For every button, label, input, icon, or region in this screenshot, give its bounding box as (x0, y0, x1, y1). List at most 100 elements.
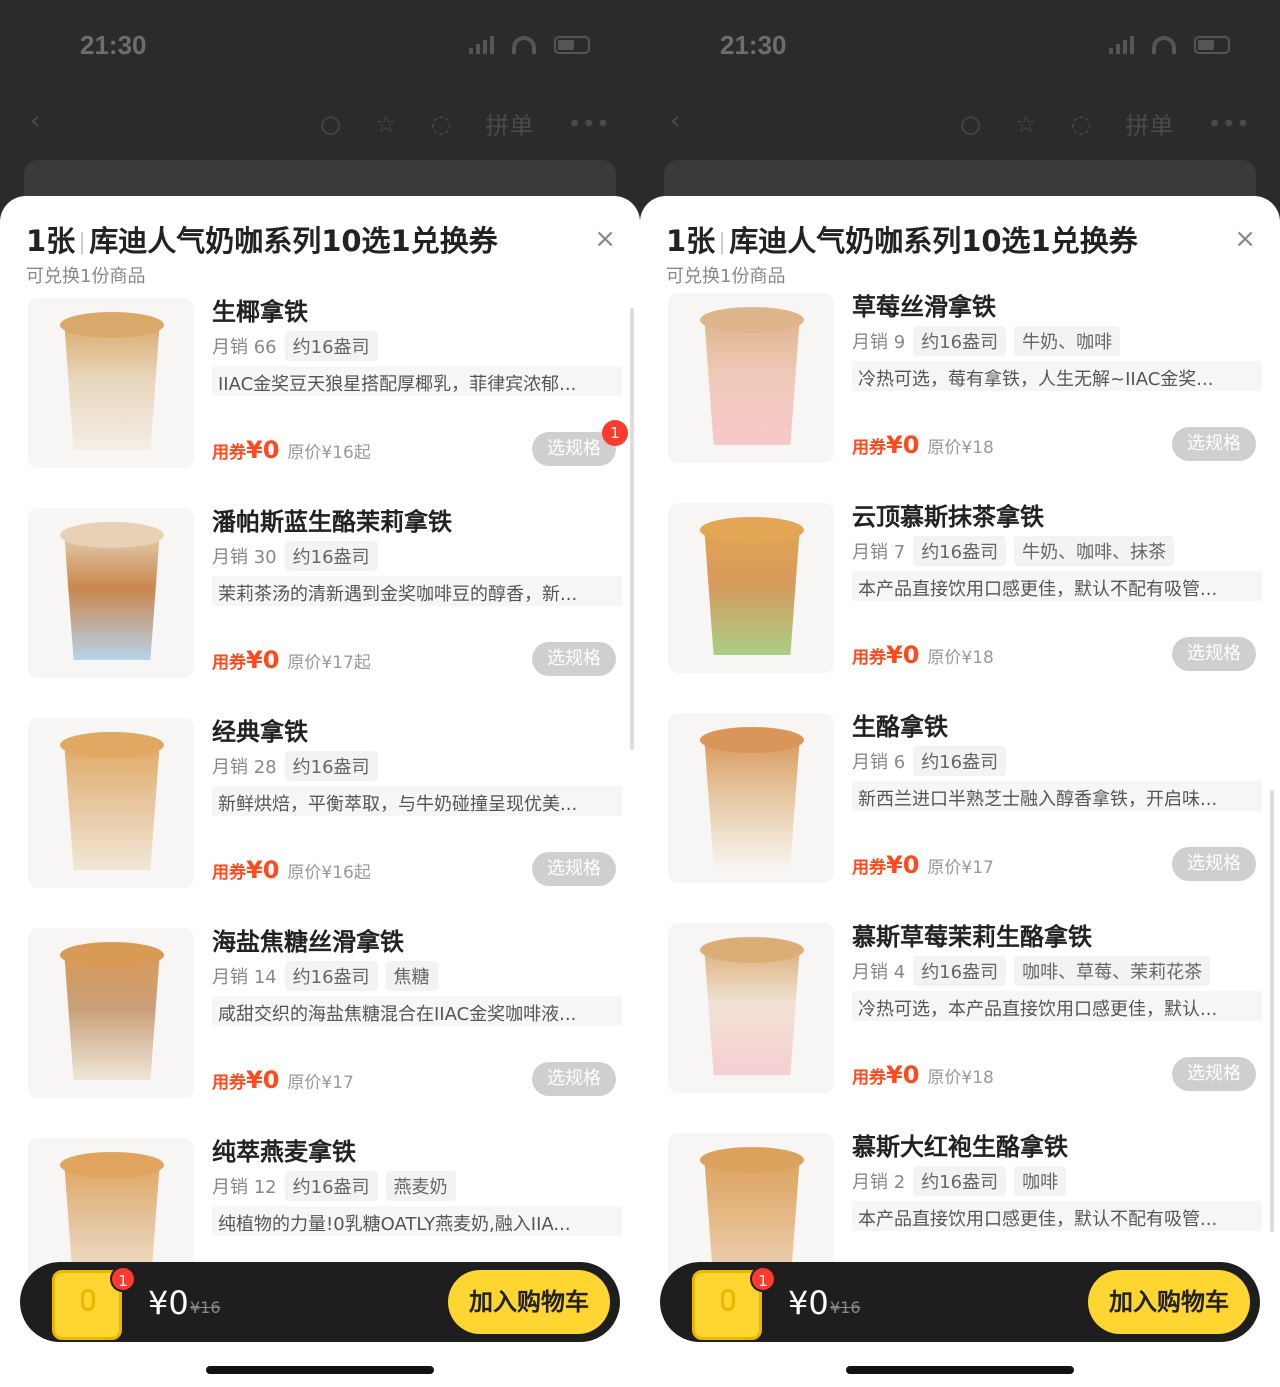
product-tag: 牛奶、咖啡、抹茶 (1014, 536, 1175, 566)
price-row: 用券 ¥0 原价¥17起 选规格 (212, 640, 616, 680)
original-price: 原价¥16起 (287, 862, 371, 883)
select-spec-button[interactable]: 选规格 (532, 642, 616, 676)
product-info: 慕斯大红袍生酪拿铁 月销 2 约16盎司 咖啡 本产品直接饮用口感更佳，默认不配有吸管.… (852, 1127, 1262, 1231)
select-spec-button[interactable]: 选规格 (532, 1062, 616, 1096)
product-image[interactable] (28, 298, 194, 468)
product-tag: 约16盎司 (284, 541, 378, 571)
product-meta: 月销 7 约16盎司 牛奶、咖啡、抹茶 (852, 536, 1256, 566)
select-spec-button[interactable]: 选规格 (532, 852, 616, 886)
product-tag: 约16盎司 (913, 1166, 1007, 1196)
select-spec-button[interactable]: 选规格 (1172, 427, 1256, 461)
scrollbar[interactable] (1270, 790, 1274, 1232)
monthly-sales: 月销 7 (852, 542, 906, 563)
product-item[interactable]: 经典拿铁 月销 28 约16盎司 新鲜烘焙，平衡萃取，与牛奶碰撞呈现优美... 用券 ¥0… (0, 712, 640, 922)
select-spec-button[interactable]: 选规格 1 (532, 420, 628, 466)
group-order-button[interactable]: 拼单 (486, 106, 534, 141)
product-item[interactable]: 生酪拿铁 月销 6 约16盎司 新西兰进口半熟芝士融入醇香拿铁，开启味... 用券 ¥0 原… (640, 707, 1280, 917)
monthly-sales: 月销 14 (212, 967, 277, 988)
monthly-sales: 月销 4 (852, 962, 906, 983)
product-info: 慕斯草莓茉莉生酪拿铁 月销 4 约16盎司 咖啡、草莓、茉莉花茶 冷热可选，本产品直接饮… (852, 917, 1262, 1091)
favorite-star-icon[interactable]: ☆ (1015, 110, 1037, 138)
add-to-cart-button[interactable]: 加入购物车 (1088, 1270, 1250, 1334)
battery-icon (1194, 36, 1230, 54)
foam-top (60, 942, 164, 968)
product-image[interactable] (28, 928, 194, 1098)
voucher-count: 1张 (666, 224, 716, 258)
back-icon[interactable]: ‹ (670, 106, 680, 136)
battery-icon (554, 36, 590, 54)
product-tag: 约16盎司 (913, 326, 1007, 356)
add-to-cart-button[interactable]: 加入购物车 (448, 1270, 610, 1334)
favorite-star-icon[interactable]: ☆ (375, 110, 397, 138)
select-spec-button[interactable]: 选规格 (1172, 847, 1256, 881)
search-icon[interactable]: ○ (960, 110, 981, 138)
voucher-name: 库迪人气奶咖系列10选1兑换券 (89, 224, 498, 258)
product-name: 海盐焦糖丝滑拿铁 (212, 928, 404, 956)
product-info: 纯萃燕麦拿铁 月销 12 约16盎司 燕麦奶 纯植物的力量!0乳糖OATLY燕麦奶,融入… (212, 1132, 622, 1236)
chat-icon[interactable]: ◌ (431, 110, 452, 138)
group-order-button[interactable]: 拼单 (1126, 106, 1174, 141)
back-icon[interactable]: ‹ (30, 106, 40, 136)
cup-illustration (704, 315, 800, 445)
coupon-label: 用券 (852, 437, 886, 458)
product-item[interactable]: 海盐焦糖丝滑拿铁 月销 14 约16盎司 焦糖 咸甜交织的海盐焦糖混合在IIAC金奖咖啡… (0, 922, 640, 1132)
select-spec-label: 选规格 (547, 858, 601, 879)
chat-icon[interactable]: ◌ (1071, 110, 1092, 138)
scrollbar[interactable] (630, 308, 634, 750)
product-meta: 月销 14 约16盎司 焦糖 (212, 961, 616, 991)
product-image[interactable] (668, 923, 834, 1093)
coupon-label: 用券 (212, 442, 246, 463)
product-image[interactable] (28, 508, 194, 678)
product-item[interactable]: 生椰拿铁 月销 66 约16盎司 IIAC金奖豆天狼星搭配厚椰乳，菲律宾浓郁... 用券… (0, 292, 640, 502)
monthly-sales: 月销 2 (852, 1172, 906, 1193)
product-image[interactable] (668, 293, 834, 463)
product-image[interactable] (28, 718, 194, 888)
monthly-sales: 月销 12 (212, 1177, 277, 1198)
more-icon[interactable]: ••• (568, 110, 610, 138)
coupon-label: 用券 (852, 647, 886, 668)
product-tag: 咖啡 (1014, 1166, 1067, 1196)
price-row: 用券 ¥0 原价¥16起 选规格 1 (212, 420, 628, 470)
search-icon[interactable]: ○ (320, 110, 341, 138)
voucher-sheet: 1张 库迪人气奶咖系列10选1兑换券 可兑换1份商品 × 草莓丝滑拿铁 月销 9 约16盎司… (640, 196, 1280, 1387)
close-icon[interactable]: × (594, 224, 616, 254)
product-image[interactable] (668, 503, 834, 673)
monthly-sales: 月销 28 (212, 757, 277, 778)
voucher-count: 1张 (26, 224, 76, 258)
select-spec-label: 选规格 (547, 648, 601, 669)
product-info: 生酪拿铁 月销 6 约16盎司 新西兰进口半熟芝士融入醇香拿铁，开启味... 用券 ¥0 原… (852, 707, 1262, 881)
coupon-price: ¥0 (246, 1066, 280, 1094)
product-meta: 月销 12 约16盎司 燕麦奶 (212, 1171, 616, 1201)
price-row: 用券 ¥0 原价¥16起 选规格 (212, 850, 616, 890)
price-row: 用券 ¥0 原价¥18 选规格 (852, 1055, 1256, 1095)
product-name: 生酪拿铁 (852, 713, 948, 741)
top-nav: ‹ ○ ☆ ◌ 拼单 ••• (670, 106, 1250, 146)
product-item[interactable]: 慕斯草莓茉莉生酪拿铁 月销 4 约16盎司 咖啡、草莓、茉莉花茶 冷热可选，本产品直接饮… (640, 917, 1280, 1127)
product-item[interactable]: 潘帕斯蓝生酪茉莉拿铁 月销 30 约16盎司 茉莉茶汤的清新遇到金奖咖啡豆的醇香，新.… (0, 502, 640, 712)
product-item[interactable]: 草莓丝滑拿铁 月销 9 约16盎司 牛奶、咖啡 冷热可选，莓有拿铁，人生无解~IIAC金… (640, 287, 1280, 497)
product-image[interactable] (668, 713, 834, 883)
foam-top (60, 312, 164, 338)
price-row: 用券 ¥0 原价¥17 选规格 (852, 845, 1256, 885)
foam-top (60, 522, 164, 548)
foam-top (700, 1147, 804, 1173)
cup-illustration (704, 945, 800, 1075)
select-spec-button[interactable]: 选规格 (1172, 1057, 1256, 1091)
product-info: 潘帕斯蓝生酪茉莉拿铁 月销 30 约16盎司 茉莉茶汤的清新遇到金奖咖啡豆的醇香，新.… (212, 502, 622, 676)
close-icon[interactable]: × (1234, 224, 1256, 254)
monthly-sales: 月销 66 (212, 337, 277, 358)
coupon-label: 用券 (852, 1067, 886, 1088)
status-icons (1109, 36, 1230, 54)
select-spec-label: 选规格 (1187, 433, 1241, 454)
coupon-label: 用券 (212, 1072, 246, 1093)
product-tag: 燕麦奶 (385, 1171, 456, 1201)
status-icons (469, 36, 590, 54)
product-name: 慕斯草莓茉莉生酪拿铁 (852, 923, 1092, 951)
price-row: 用券 ¥0 原价¥17 选规格 (212, 1060, 616, 1100)
product-item[interactable]: 云顶慕斯抹茶拿铁 月销 7 约16盎司 牛奶、咖啡、抹茶 本产品直接饮用口感更佳，默认不… (640, 497, 1280, 707)
product-name: 草莓丝滑拿铁 (852, 293, 996, 321)
select-spec-button[interactable]: 选规格 (1172, 637, 1256, 671)
more-icon[interactable]: ••• (1208, 110, 1250, 138)
original-price: 原价¥18 (927, 1067, 994, 1088)
coupon-price: ¥0 (246, 646, 280, 674)
